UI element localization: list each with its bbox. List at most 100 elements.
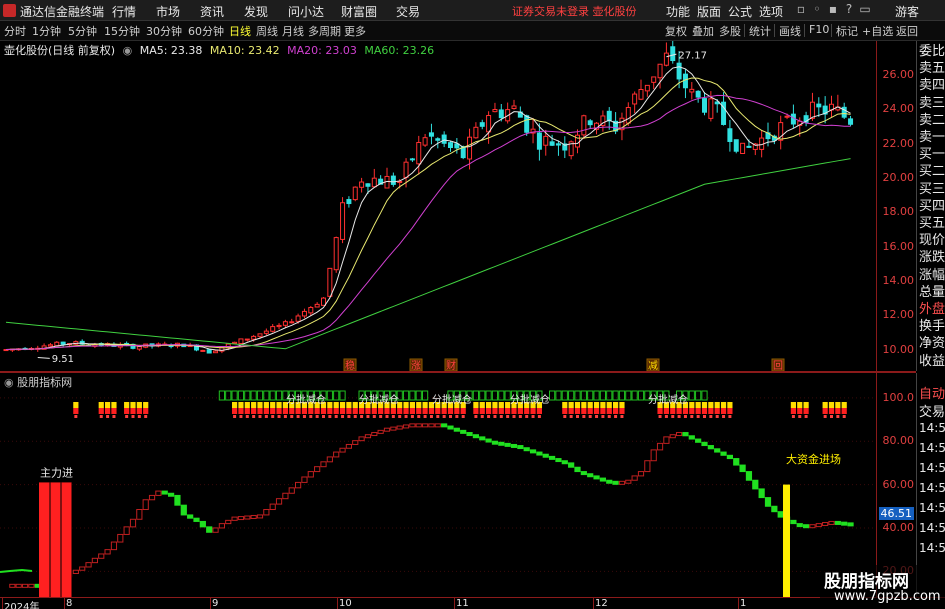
- signal-red: [251, 408, 257, 414]
- signal-dot: [423, 415, 427, 418]
- login-notice[interactable]: 证券交易未登录 壶化股份: [512, 3, 637, 19]
- indicator-bar-up: [364, 434, 372, 439]
- signal-red: [682, 408, 689, 414]
- signal-red: [238, 408, 244, 414]
- skin-icon[interactable]: ▪: [826, 2, 840, 18]
- tool-f10[interactable]: F10: [809, 23, 829, 36]
- menu-wealth-circle[interactable]: 财富圈: [341, 3, 377, 20]
- menu-market-quote[interactable]: 行情: [112, 3, 136, 20]
- menu-market[interactable]: 市场: [156, 3, 180, 20]
- period-15min[interactable]: 15分钟: [104, 23, 140, 39]
- tool-adjust[interactable]: 复权: [665, 23, 687, 39]
- signal-red: [308, 408, 314, 414]
- toolbar-divider: [831, 24, 832, 37]
- signal-dot: [112, 415, 116, 418]
- menu-discover[interactable]: 发现: [244, 3, 268, 20]
- help-icon[interactable]: ?: [842, 2, 856, 18]
- indicator-bar-down: [580, 471, 587, 476]
- app-title: 通达信金融终端: [20, 5, 105, 19]
- signal-red: [435, 408, 441, 414]
- signal-green: [491, 390, 499, 401]
- candle-body: [352, 186, 358, 201]
- period-60min[interactable]: 60分钟: [188, 23, 224, 39]
- time-axis-label: 2024年: [4, 602, 40, 609]
- candle-body: [428, 132, 434, 137]
- period-more[interactable]: 更多: [344, 23, 366, 39]
- restore-icon[interactable]: ▭: [858, 2, 872, 18]
- tool-mark[interactable]: 标记: [836, 23, 858, 39]
- signal-red: [581, 408, 587, 414]
- indicator-bar-up: [256, 514, 264, 519]
- title-bar: 通达信金融终端 行情 市场 资讯 发现 问小达 财富圈 交易 证券交易未登录 壶…: [0, 0, 945, 21]
- signal-yellow: [822, 402, 828, 408]
- indicator-tick-label: 60.00: [882, 477, 915, 491]
- user-icon[interactable]: ◦: [810, 2, 824, 18]
- candle-body: [587, 120, 593, 126]
- signal-red: [517, 408, 523, 414]
- indicator-bar-up: [237, 516, 245, 521]
- period-30min[interactable]: 30分钟: [146, 23, 182, 39]
- period-multi[interactable]: 多周期: [308, 23, 341, 39]
- menu-formula[interactable]: 公式: [728, 3, 752, 20]
- candle-body: [638, 89, 644, 100]
- menu-layout[interactable]: 版面: [697, 3, 721, 20]
- indicator-chart[interactable]: 主力进 大资金进场 分批减仓 分批减仓 分批减仓 分批减仓 分批减仓: [0, 373, 876, 597]
- period-5min[interactable]: 5分钟: [68, 23, 97, 39]
- tool-overlay[interactable]: 叠加: [692, 23, 714, 39]
- big-fund-bar: [783, 484, 790, 597]
- signal-yellow: [98, 402, 104, 408]
- candle-body: [371, 177, 377, 188]
- signal-green: [618, 390, 626, 401]
- toolbar-divider: [804, 24, 805, 37]
- indicator-bar-down: [161, 490, 168, 495]
- signal-yellow: [238, 402, 244, 408]
- signal-red: [479, 408, 485, 414]
- signal-yellow: [689, 402, 695, 408]
- candle-body: [657, 63, 663, 79]
- signal-red: [143, 408, 149, 414]
- period-weekly[interactable]: 周线: [256, 23, 278, 39]
- price-tick-label: 18.00: [882, 205, 915, 219]
- signal-yellow: [803, 402, 809, 408]
- tool-draw-line[interactable]: 画线: [779, 23, 801, 39]
- signal-dot: [322, 415, 325, 418]
- guest-user[interactable]: 游客: [895, 3, 919, 20]
- period-tick[interactable]: 分时: [4, 23, 26, 39]
- signal-dot: [106, 415, 110, 418]
- signal-green: [269, 390, 276, 401]
- tool-multi-stock[interactable]: 多股: [719, 23, 741, 39]
- quote-sub-label: 自动: [919, 387, 945, 402]
- indicator-bar-down: [714, 448, 721, 453]
- menu-function[interactable]: 功能: [666, 3, 690, 20]
- indicator-bar-up: [98, 553, 105, 559]
- quote-label: 总量: [919, 284, 945, 300]
- tool-back[interactable]: 返回: [896, 23, 918, 39]
- quote-sub-panel: 自动交易14:5514:5514:5514:5614:5614:5614:56: [916, 373, 945, 597]
- candle-body: [340, 202, 346, 240]
- menu-trade[interactable]: 交易: [396, 3, 420, 20]
- time-axis-label: 12: [595, 598, 608, 609]
- tool-add-favorite[interactable]: +自选: [862, 23, 893, 39]
- menu-options[interactable]: 选项: [759, 3, 783, 20]
- ma5-label: MA5: 23.38: [139, 44, 203, 57]
- signal-dot: [99, 415, 103, 418]
- period-daily[interactable]: 日线: [229, 23, 251, 39]
- menu-ask[interactable]: 问小达: [288, 3, 324, 20]
- candle-body: [498, 109, 504, 119]
- candle-body: [327, 267, 333, 297]
- period-1min[interactable]: 1分钟: [32, 23, 61, 39]
- signal-dot: [391, 415, 395, 418]
- period-monthly[interactable]: 月线: [282, 23, 304, 39]
- signal-green: [561, 390, 568, 401]
- candle-body: [555, 143, 561, 146]
- signal-yellow: [479, 402, 485, 408]
- price-tick-label: 26.00: [882, 67, 915, 81]
- signal-yellow: [73, 402, 79, 408]
- signal-red: [708, 408, 714, 414]
- tool-stats[interactable]: 统计: [749, 23, 771, 39]
- candle-body: [702, 98, 707, 113]
- lock-icon[interactable]: ▫: [794, 2, 808, 18]
- candlestick-chart[interactable]: 27.17 9.51 稳 涨 财 减 回: [0, 41, 876, 371]
- main-force-bar: [39, 482, 72, 597]
- menu-news[interactable]: 资讯: [200, 3, 224, 20]
